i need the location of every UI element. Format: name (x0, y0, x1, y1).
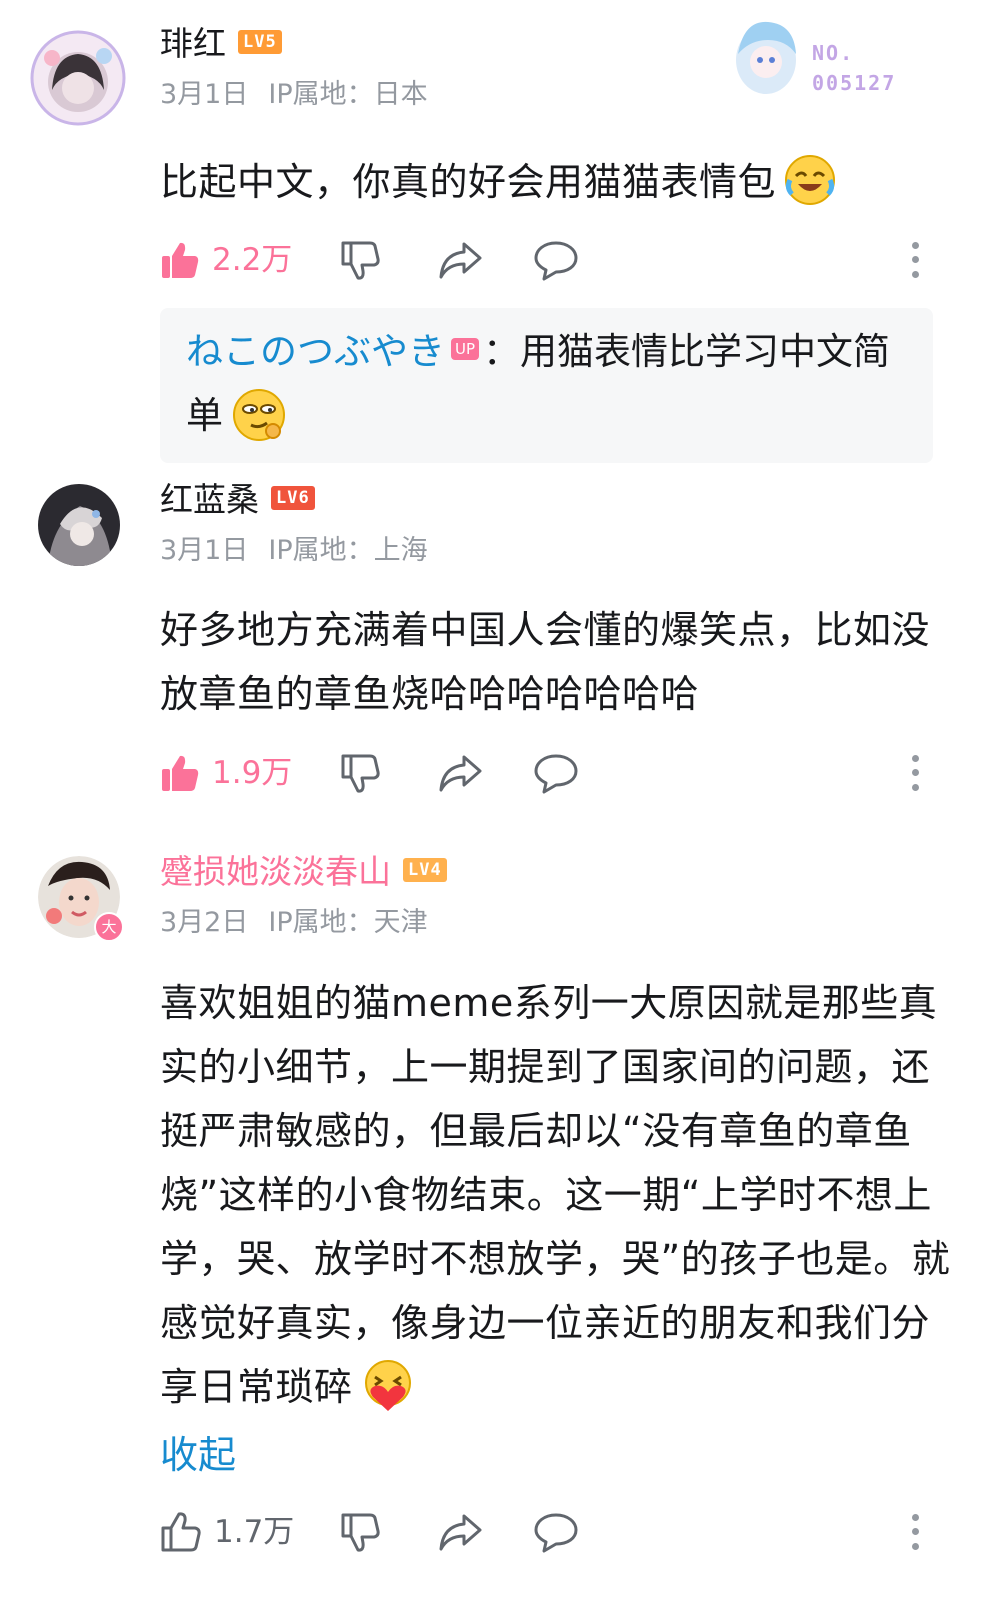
dislike-button[interactable] (340, 1510, 382, 1554)
comment-date: 3月1日 (160, 535, 249, 566)
more-options-icon[interactable] (910, 238, 920, 282)
heart-hug-emoji-icon (361, 1359, 413, 1411)
chat-bubble-icon (534, 1513, 578, 1553)
share-arrow-icon (439, 242, 482, 279)
comment-meta: 3月2日 IP属地：天津 (160, 906, 448, 940)
avatar[interactable] (38, 484, 120, 566)
comment-meta: 3月1日 IP属地：日本 (160, 78, 448, 112)
reply-author[interactable]: ねこのつぶやき (186, 330, 445, 373)
comment-text-content: 比起中文，你真的好会用猫猫表情包 (160, 160, 777, 204)
laughing-crying-emoji-icon (784, 154, 836, 206)
ip-location: IP属地：日本 (268, 79, 428, 110)
thumbs-up-icon (161, 1512, 201, 1552)
dislike-button[interactable] (340, 238, 382, 282)
up-badge: UP (451, 337, 480, 360)
more-options-icon[interactable] (910, 1510, 920, 1554)
username[interactable]: 琲红 LV5 (160, 24, 282, 64)
avatar[interactable] (30, 30, 126, 126)
like-count: 2.2万 (212, 242, 293, 278)
like-count: 1.7万 (214, 1514, 295, 1550)
thumbs-up-filled-icon (162, 755, 199, 791)
comment-meta: 3月1日 IP属地：上海 (160, 534, 448, 568)
comment-text-content: 喜欢姐姐的猫meme系列一大原因就是那些真实的小细节，上一期提到了国家间的问题，… (160, 981, 951, 1409)
avatar[interactable]: 大 (38, 856, 124, 942)
username[interactable]: 蹙损她淡淡春山 LV4 (160, 852, 447, 892)
username[interactable]: 红蓝桑 LV6 (160, 480, 315, 520)
collapse-link[interactable]: 收起 (160, 1430, 236, 1480)
comment-actions: 1.7万 (160, 1510, 960, 1554)
level-badge: LV6 (271, 485, 315, 510)
smirk-emoji-icon (231, 387, 285, 441)
like-button[interactable]: 1.7万 (160, 1510, 294, 1554)
chat-bubble-icon (534, 754, 578, 794)
ip-location: IP属地：天津 (268, 907, 428, 938)
level-badge: LV5 (238, 29, 282, 54)
like-count: 1.9万 (212, 755, 293, 791)
reply-button[interactable] (534, 751, 578, 795)
fan-decoration-icon (724, 10, 814, 100)
fan-number: NO. 005127 (812, 41, 897, 95)
comment-date: 3月1日 (160, 79, 249, 110)
comment-text: 比起中文，你真的好会用猫猫表情包 (160, 150, 960, 214)
thumbs-down-icon (341, 241, 380, 280)
dislike-button[interactable] (340, 751, 382, 795)
share-arrow-icon (439, 1514, 482, 1551)
username-text[interactable]: 琲红 (160, 24, 226, 63)
thumbs-up-filled-icon (162, 242, 199, 278)
share-button[interactable] (438, 238, 482, 282)
share-arrow-icon (439, 755, 482, 792)
thumbs-down-icon (341, 1513, 380, 1552)
like-button[interactable]: 1.9万 (160, 751, 292, 795)
username-text[interactable]: 红蓝桑 (160, 480, 259, 519)
reply-button[interactable] (534, 238, 578, 282)
ip-location: IP属地：上海 (268, 535, 428, 566)
like-button[interactable]: 2.2万 (160, 238, 292, 282)
share-button[interactable] (438, 1510, 482, 1554)
thumbs-down-icon (341, 754, 380, 793)
avatar-badge: 大 (94, 912, 124, 942)
comment-actions: 1.9万 (160, 751, 960, 795)
comment-text: 好多地方充满着中国人会懂的爆笑点，比如没放章鱼的章鱼烧哈哈哈哈哈哈哈 (160, 598, 960, 726)
comment-actions: 2.2万 (160, 238, 960, 282)
comment-text-content: 好多地方充满着中国人会懂的爆笑点，比如没放章鱼的章鱼烧哈哈哈哈哈哈哈 (160, 608, 931, 716)
comment-text: 喜欢姐姐的猫meme系列一大原因就是那些真实的小细节，上一期提到了国家间的问题，… (160, 971, 960, 1419)
more-options-icon[interactable] (910, 751, 920, 795)
comment-date: 3月2日 (160, 907, 249, 938)
chat-bubble-icon (534, 241, 578, 281)
username-text[interactable]: 蹙损她淡淡春山 (160, 852, 391, 891)
level-badge: LV4 (403, 857, 447, 882)
reply-button[interactable] (534, 1510, 578, 1554)
up-reply-preview[interactable]: ねこのつぶやき UP ：用猫表情比学习中文简单 (160, 308, 933, 463)
share-button[interactable] (438, 751, 482, 795)
